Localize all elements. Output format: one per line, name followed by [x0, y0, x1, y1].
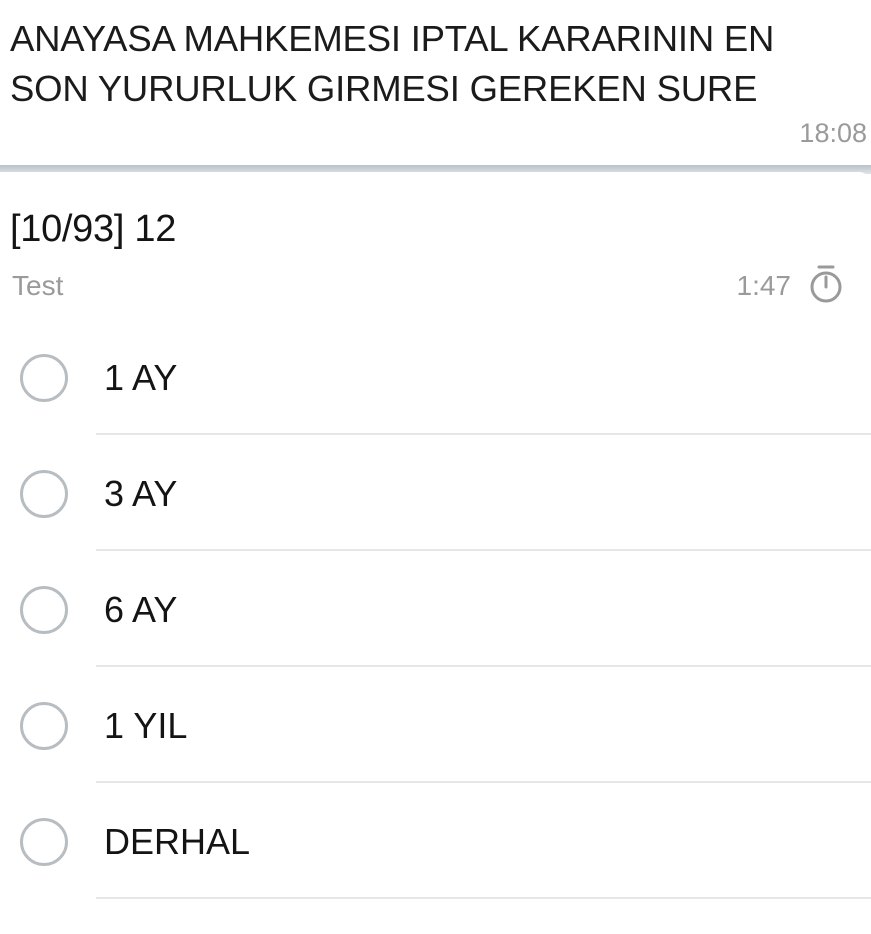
poll-option-label: 1 YIL	[104, 705, 188, 746]
radio-button[interactable]	[20, 470, 68, 518]
poll-option[interactable]: 6 AY	[0, 586, 871, 702]
poll-card: [10/93] 12 Test 1:47 1 AY 3 AY 6 AY 1 YIL DE…	[0, 172, 871, 907]
poll-option-label: 1 AY	[104, 357, 178, 398]
radio-button[interactable]	[20, 818, 68, 866]
radio-button[interactable]	[20, 354, 68, 402]
message-bubble: ANAYASA MAHKEMESI IPTAL KARARININ EN SON…	[0, 0, 871, 166]
poll-type-label: Test	[12, 270, 64, 301]
option-divider	[96, 665, 871, 667]
poll-option[interactable]: 1 AY	[0, 354, 871, 470]
poll-option[interactable]: DERHAL	[0, 818, 871, 934]
option-divider	[96, 433, 871, 435]
poll-question: [10/93] 12	[10, 208, 177, 250]
option-divider	[96, 549, 871, 551]
poll-option[interactable]: 3 AY	[0, 470, 871, 586]
poll-option[interactable]: 1 YIL	[0, 702, 871, 818]
radio-button[interactable]	[20, 702, 68, 750]
radio-button[interactable]	[20, 586, 68, 634]
option-divider	[96, 781, 871, 783]
option-divider	[96, 897, 871, 899]
poll-option-label: DERHAL	[104, 821, 251, 862]
poll-timer: 1:47	[736, 270, 792, 301]
poll-option-label: 3 AY	[104, 473, 178, 514]
poll-option-label: 6 AY	[104, 589, 178, 630]
stopwatch-icon	[810, 265, 842, 303]
message-time: 18:08	[799, 118, 867, 148]
message-text: ANAYASA MAHKEMESI IPTAL KARARININ EN SON…	[10, 18, 775, 109]
